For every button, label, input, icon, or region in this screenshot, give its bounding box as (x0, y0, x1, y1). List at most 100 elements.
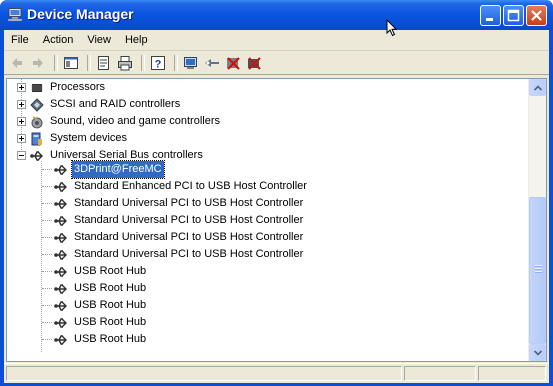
toolbar-separator (174, 54, 178, 71)
usb-device-icon (53, 230, 69, 246)
toolbar-separator (87, 54, 91, 71)
chevron-up-icon (534, 85, 542, 91)
processor-icon (29, 80, 45, 96)
usb-device-item[interactable]: Standard Universal PCI to USB Host Contr… (53, 195, 305, 212)
help-button[interactable]: ? (149, 54, 167, 72)
uninstall-button[interactable] (224, 54, 242, 72)
scroll-thumb[interactable] (529, 197, 546, 344)
tree-item-scsi[interactable]: SCSI and RAID controllers (17, 96, 182, 113)
status-pane (404, 366, 476, 381)
menu-bar: File Action View Help (4, 30, 549, 51)
tree-item-label: Processors (50, 81, 106, 93)
tree-connector (41, 161, 42, 352)
expand-icon[interactable] (17, 100, 26, 109)
usb-device-item[interactable]: Standard Universal PCI to USB Host Contr… (53, 212, 305, 229)
minimize-icon (486, 18, 493, 21)
usb-device-item[interactable]: USB Root Hub (53, 263, 148, 280)
console-tree-button[interactable] (62, 54, 80, 72)
usb-device-label: Standard Universal PCI to USB Host Contr… (74, 231, 304, 243)
menu-file[interactable]: File (4, 30, 36, 50)
usb-device-item[interactable]: Standard Universal PCI to USB Host Contr… (53, 246, 305, 263)
scsi-icon (29, 97, 45, 113)
usb-device-item[interactable]: USB Root Hub (53, 280, 148, 297)
expand-icon[interactable] (17, 83, 26, 92)
device-tree-panel: Processors SCSI and RAID controllers Sou… (6, 78, 547, 362)
show-hide-console-tree-icon (64, 56, 78, 69)
chevron-down-icon (534, 350, 542, 356)
scroll-up-button[interactable] (529, 79, 546, 96)
tree-connector (42, 237, 52, 238)
toolbar-separator (141, 54, 145, 71)
maximize-button[interactable] (503, 5, 524, 26)
usb-device-item[interactable]: USB Root Hub (53, 297, 148, 314)
menu-action[interactable]: Action (36, 30, 81, 50)
tree-item-label: System devices (50, 132, 128, 144)
tree-connector (42, 288, 52, 289)
usb-device-label: Standard Universal PCI to USB Host Contr… (74, 197, 304, 209)
status-pane (478, 366, 546, 381)
status-pane-main (6, 366, 402, 381)
tree-connector (42, 220, 52, 221)
usb-device-label: Standard Universal PCI to USB Host Contr… (74, 214, 304, 226)
disable-button[interactable] (245, 54, 263, 72)
tree-item-label: Sound, video and game controllers (50, 115, 220, 127)
usb-device-item[interactable]: Standard Universal PCI to USB Host Contr… (53, 229, 305, 246)
vertical-scrollbar[interactable] (528, 79, 546, 361)
usb-device-item[interactable]: 3DPrint@FreeMC (53, 160, 165, 179)
scan-hardware-button[interactable] (182, 54, 200, 72)
title-bar[interactable]: Device Manager (0, 0, 553, 30)
usb-device-label-selected: 3DPrint@FreeMC (71, 160, 165, 179)
mouse-cursor-icon (386, 19, 398, 37)
tree-connector (42, 322, 52, 323)
usb-device-icon (53, 247, 69, 263)
tree-connector (42, 203, 52, 204)
menu-help[interactable]: Help (118, 30, 155, 50)
help-icon: ? (151, 55, 165, 70)
usb-device-icon (53, 162, 69, 178)
toolbar-separator (54, 54, 58, 71)
update-driver-button[interactable] (203, 54, 221, 72)
tree-item-label: SCSI and RAID controllers (50, 98, 181, 110)
back-button[interactable] (8, 54, 26, 72)
forward-button[interactable] (29, 54, 47, 72)
usb-device-icon (53, 196, 69, 212)
sound-icon (29, 114, 45, 130)
usb-device-item[interactable]: USB Root Hub (53, 331, 148, 348)
usb-device-icon (53, 264, 69, 280)
usb-device-icon (53, 179, 69, 195)
svg-text:?: ? (155, 58, 162, 70)
tree-item-sound[interactable]: Sound, video and game controllers (17, 113, 222, 130)
scroll-down-button[interactable] (529, 344, 546, 361)
usb-device-icon (53, 315, 69, 331)
usb-device-icon (53, 298, 69, 314)
scan-hardware-icon (184, 56, 197, 69)
properties-button[interactable] (95, 54, 113, 72)
usb-device-label: USB Root Hub (74, 282, 147, 294)
computer-icon (7, 8, 23, 22)
tree-connector (42, 305, 52, 306)
back-arrow-icon (12, 57, 22, 68)
close-button[interactable] (526, 5, 547, 26)
usb-device-label: USB Root Hub (74, 299, 147, 311)
maximize-icon (507, 9, 520, 22)
print-button[interactable] (116, 54, 134, 72)
tree-item-system-devices[interactable]: System devices (17, 130, 129, 147)
forward-arrow-icon (33, 57, 43, 68)
update-driver-icon (205, 58, 219, 67)
usb-device-label: USB Root Hub (74, 265, 147, 277)
usb-icon (29, 148, 45, 164)
tree-item-processors[interactable]: Processors (17, 79, 107, 96)
collapse-icon[interactable] (17, 151, 26, 160)
expand-icon[interactable] (17, 117, 26, 126)
minimize-button[interactable] (480, 5, 501, 26)
uninstall-icon (227, 56, 240, 70)
usb-device-item[interactable]: Standard Enhanced PCI to USB Host Contro… (53, 178, 309, 195)
menu-view[interactable]: View (80, 30, 118, 50)
device-manager-window: Device Manager File Action View Help ? P… (0, 0, 553, 386)
system-devices-icon (29, 131, 45, 147)
usb-device-item[interactable]: USB Root Hub (53, 314, 148, 331)
disable-icon (248, 56, 261, 70)
tree-connector (42, 271, 52, 272)
usb-device-icon (53, 332, 69, 348)
expand-icon[interactable] (17, 134, 26, 143)
